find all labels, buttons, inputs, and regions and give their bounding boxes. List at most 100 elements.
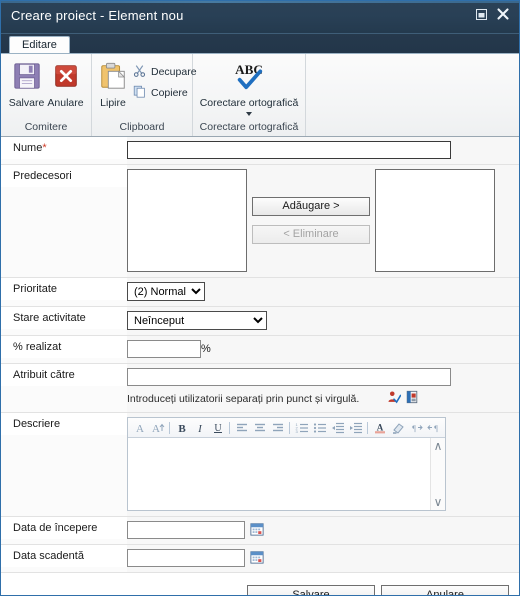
form-row-descriere: Descriere A A B I U 1 2 3 A ¶ ¶ ∧ ∨ <box>1 413 519 517</box>
realizat-input[interactable] <box>127 340 201 358</box>
ribbon-group-label-comitere: Comitere <box>24 121 68 133</box>
font-color-icon[interactable]: A <box>371 420 388 436</box>
cancel-button-label: Anulare <box>47 97 84 109</box>
scroll-down-icon[interactable]: ∨ <box>434 496 443 508</box>
increase-indent-icon[interactable] <box>347 420 364 436</box>
descriere-scrollbar[interactable]: ∧ ∨ <box>430 438 445 510</box>
spelling-button[interactable]: ABC Corectare ortografică <box>194 59 305 116</box>
label-stare-activitate: Stare activitate <box>1 307 127 329</box>
form: Nume* Predecesori Adăugare > < Eliminare… <box>1 137 519 595</box>
svg-text:B: B <box>178 423 186 434</box>
remove-button[interactable]: < Eliminare <box>252 225 370 244</box>
italic-icon[interactable]: I <box>191 420 208 436</box>
footer-cancel-button[interactable]: Anulare <box>381 585 509 595</box>
decrease-indent-icon[interactable] <box>329 420 346 436</box>
value-data-scadenta <box>127 545 519 572</box>
address-book-icon[interactable] <box>405 390 419 407</box>
label-nume: Nume* <box>1 137 127 159</box>
value-nume <box>127 137 519 164</box>
align-center-icon[interactable] <box>251 420 268 436</box>
chevron-down-icon[interactable] <box>246 112 252 116</box>
form-row-prioritate: Prioritate (2) Normal <box>1 278 519 307</box>
label-data-incepere: Data de începere <box>1 517 127 539</box>
toolbar-separator <box>169 421 170 434</box>
align-right-icon[interactable] <box>269 420 286 436</box>
atribuit-catre-input[interactable] <box>127 368 451 386</box>
value-prioritate: (2) Normal <box>127 278 519 306</box>
cut-button[interactable]: Decupare <box>130 63 200 81</box>
svg-text:3: 3 <box>295 429 298 434</box>
descriere-textarea[interactable]: ∧ ∨ <box>128 438 445 510</box>
data-scadenta-input[interactable] <box>127 549 245 567</box>
bold-icon[interactable]: B <box>173 420 190 436</box>
form-row-atribuit-catre: Atribuit către Introduceți utilizatorii … <box>1 364 519 413</box>
label-prioritate: Prioritate <box>1 278 127 300</box>
form-row-realizat: % realizat % <box>1 336 519 364</box>
label-data-scadenta: Data scadentă <box>1 545 127 567</box>
svg-text:A: A <box>136 423 144 434</box>
rtl-text-direction-icon[interactable]: ¶ <box>425 420 442 436</box>
toolbar-separator <box>367 421 368 434</box>
form-row-stare-activitate: Stare activitate Neînceput <box>1 307 519 336</box>
close-icon[interactable] <box>493 5 513 23</box>
descriere-rich-text-editor: A A B I U 1 2 3 A ¶ ¶ ∧ ∨ <box>127 417 446 511</box>
calendar-icon[interactable] <box>250 550 264 567</box>
paste-icon <box>98 61 128 94</box>
font-size-increase-icon[interactable]: A <box>149 420 166 436</box>
ribbon-group-label-clipboard: Clipboard <box>119 121 165 133</box>
prioritate-select[interactable]: (2) Normal <box>127 282 205 301</box>
ltr-text-direction-icon[interactable]: ¶ <box>407 420 424 436</box>
numbered-list-icon[interactable]: 123 <box>293 420 310 436</box>
copy-button-label: Copiere <box>151 87 188 99</box>
data-incepere-input[interactable] <box>127 521 245 539</box>
label-atribuit-catre: Atribuit către <box>1 364 127 386</box>
ribbon-group-comitere: Salvare Anulare Comitere <box>1 54 92 136</box>
atribuit-catre-hint: Introduceți utilizatorii separați prin p… <box>127 392 360 405</box>
footer-save-button[interactable]: Salvare <box>247 585 375 595</box>
predecesori-transfer-buttons: Adăugare > < Eliminare <box>247 169 375 244</box>
dialog-footer: Salvare Anulare <box>1 573 519 595</box>
svg-text:A: A <box>376 423 383 433</box>
nume-input[interactable] <box>127 141 451 159</box>
spelling-abc-icon: ABC <box>228 61 270 94</box>
calendar-icon[interactable] <box>250 522 264 539</box>
label-predecesori: Predecesori <box>1 165 127 187</box>
value-descriere: A A B I U 1 2 3 A ¶ ¶ ∧ ∨ <box>127 413 519 516</box>
value-atribuit-catre: Introduceți utilizatorii separați prin p… <box>127 364 519 412</box>
toolbar-separator <box>289 421 290 434</box>
svg-text:¶: ¶ <box>434 424 438 433</box>
paste-button-label: Lipire <box>100 97 126 109</box>
stare-activitate-select[interactable]: Neînceput <box>127 311 267 330</box>
value-realizat: % <box>127 336 519 363</box>
label-nume-text: Nume <box>13 142 43 154</box>
window-controls <box>471 5 513 23</box>
ribbon-group-label-spelling: Corectare ortografică <box>199 121 299 133</box>
toolbar-separator <box>229 421 230 434</box>
predecesori-selected-listbox[interactable] <box>375 169 495 272</box>
save-icon <box>12 61 42 94</box>
bulleted-list-icon[interactable] <box>311 420 328 436</box>
copy-icon <box>133 85 146 101</box>
rte-toolbar: A A B I U 1 2 3 A ¶ ¶ <box>128 418 445 438</box>
cut-icon <box>133 64 146 80</box>
ribbon-group-clipboard: Lipire Decupare Copiere Clipboard <box>92 54 197 136</box>
highlight-color-icon[interactable] <box>389 420 406 436</box>
ribbon-content: Salvare Anulare Comitere Lipire Decupare… <box>1 53 519 137</box>
form-row-data-scadenta: Data scadentă <box>1 545 519 573</box>
paste-button[interactable]: Lipire <box>98 59 128 109</box>
add-button[interactable]: Adăugare > <box>252 197 370 216</box>
predecesori-available-listbox[interactable] <box>127 169 247 272</box>
spelling-button-label: Corectare ortografică <box>199 97 299 109</box>
align-left-icon[interactable] <box>233 420 250 436</box>
cancel-button[interactable]: Anulare <box>46 59 85 109</box>
font-size-decrease-icon[interactable]: A <box>131 420 148 436</box>
underline-icon[interactable]: U <box>209 420 226 436</box>
tab-editare[interactable]: Editare <box>9 36 70 53</box>
title-bar: Creare proiect - Element nou <box>1 1 519 34</box>
scroll-up-icon[interactable]: ∧ <box>434 440 443 452</box>
restore-icon[interactable] <box>471 5 491 23</box>
check-names-icon[interactable] <box>387 390 402 407</box>
label-realizat: % realizat <box>1 336 127 358</box>
save-button[interactable]: Salvare <box>7 59 46 109</box>
copy-button[interactable]: Copiere <box>130 84 200 102</box>
